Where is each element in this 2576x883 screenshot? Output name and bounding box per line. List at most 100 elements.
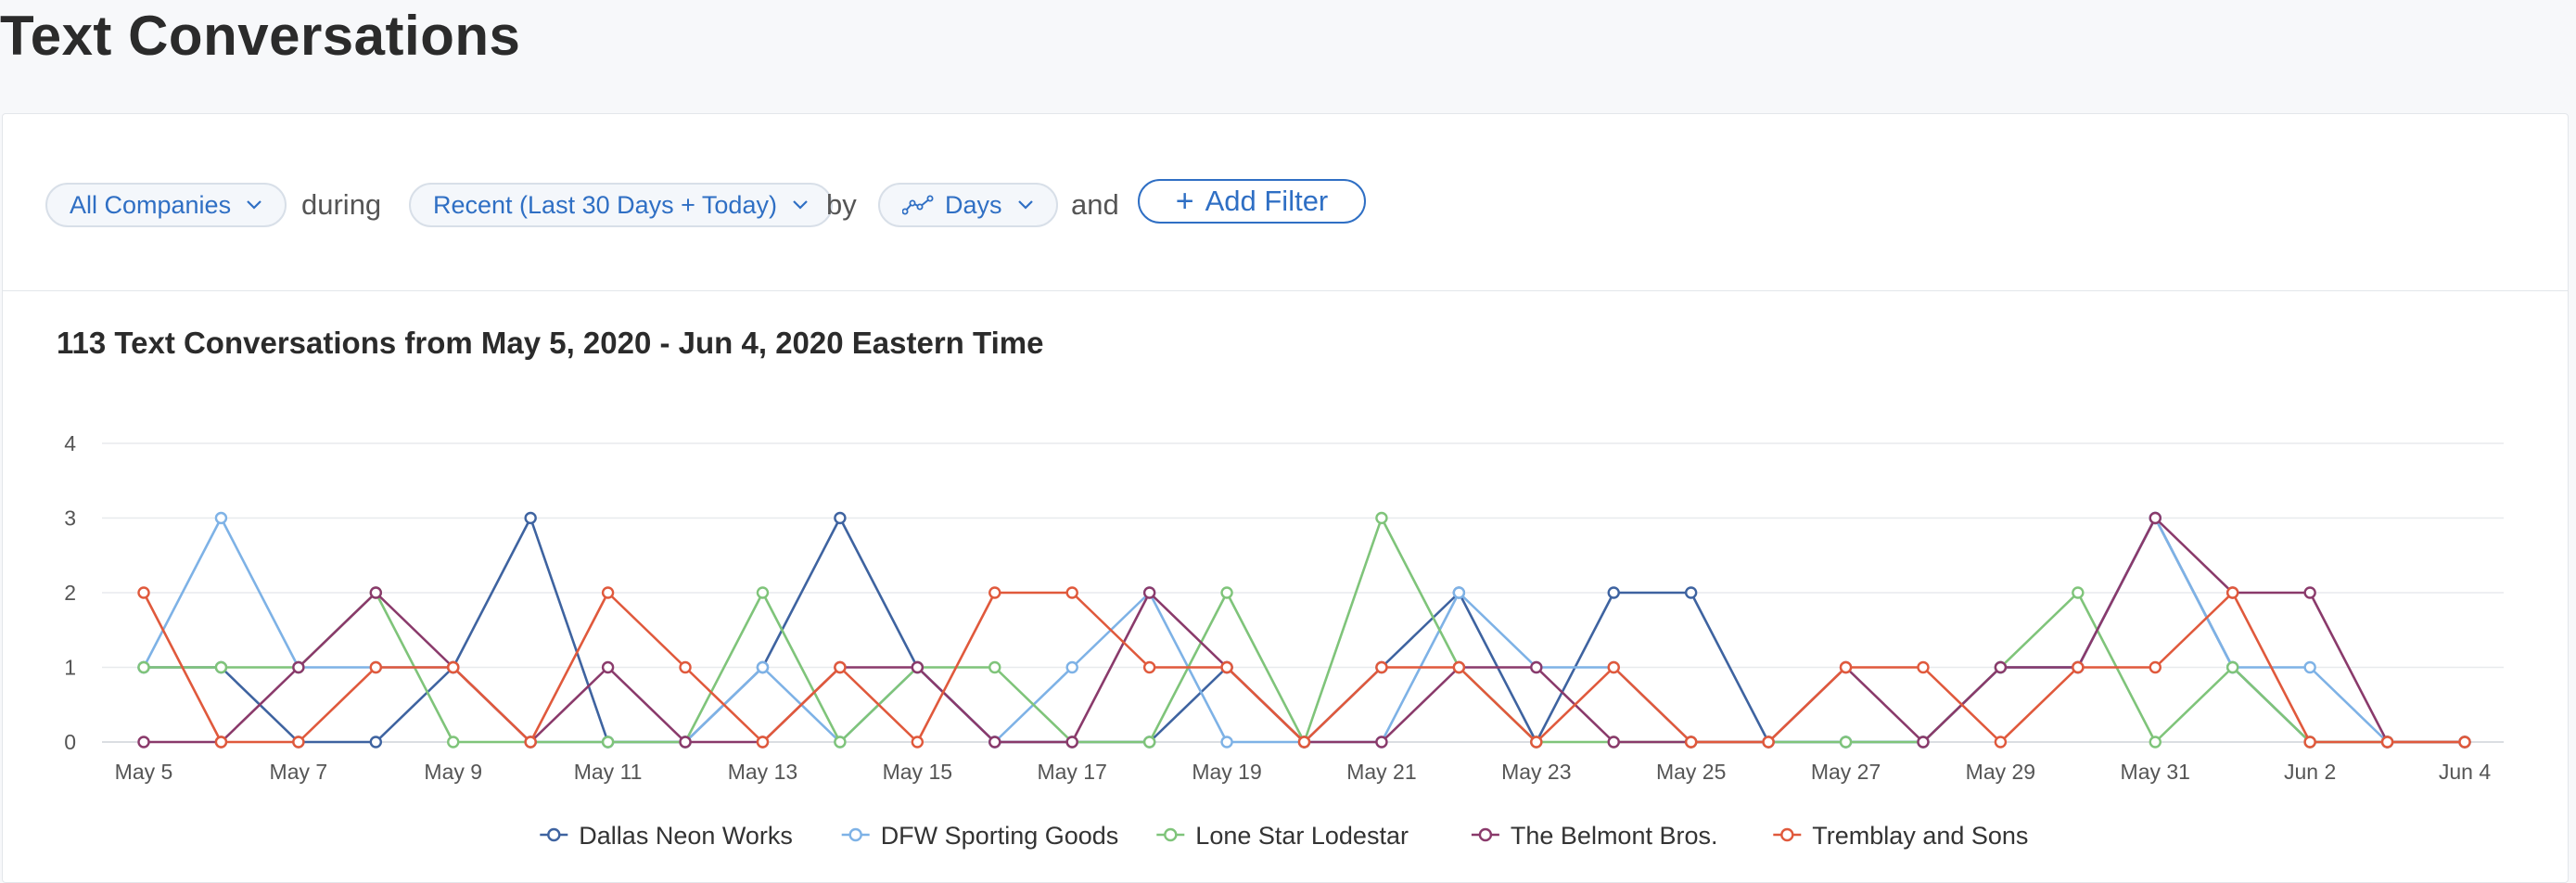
data-point: [1375, 660, 1388, 674]
data-point: [447, 660, 460, 674]
x-tick-label: May 25: [1656, 760, 1726, 784]
x-tick-label: May 29: [1966, 760, 2035, 784]
data-point: [988, 660, 1001, 674]
data-point: [524, 511, 537, 525]
legend-label: Lone Star Lodestar: [1195, 822, 1409, 850]
data-point: [447, 736, 460, 749]
y-tick-label: 1: [64, 656, 76, 680]
data-point: [369, 586, 382, 599]
data-point: [2225, 586, 2239, 599]
data-point: [369, 736, 382, 749]
x-tick-label: May 7: [270, 760, 328, 784]
data-point: [214, 511, 228, 525]
data-point: [369, 660, 382, 674]
data-point: [524, 736, 537, 749]
x-tick-label: May 23: [1501, 760, 1571, 784]
data-point: [137, 660, 150, 674]
legend-marker: [1164, 827, 1178, 842]
data-point: [756, 660, 770, 674]
x-tick-label: May 9: [424, 760, 482, 784]
data-point: [1452, 660, 1466, 674]
data-point: [2149, 660, 2162, 674]
x-tick-label: May 11: [574, 760, 643, 784]
data-point: [1375, 511, 1388, 525]
x-tick-label: May 27: [1811, 760, 1881, 784]
legend-item: DFW Sporting Goods: [841, 822, 1118, 850]
legend-label: Dallas Neon Works: [579, 822, 793, 850]
data-point: [1220, 736, 1233, 749]
data-point: [1917, 660, 1930, 674]
data-point: [834, 511, 847, 525]
data-point: [601, 736, 615, 749]
x-tick-label: Jun 2: [2284, 760, 2336, 784]
data-point: [834, 736, 847, 749]
x-tick-label: May 31: [2121, 760, 2190, 784]
y-tick-label: 4: [64, 431, 76, 455]
legend-item: Dallas Neon Works: [540, 822, 793, 850]
data-point: [2303, 586, 2316, 599]
data-point: [2072, 660, 2085, 674]
data-point: [1142, 660, 1156, 674]
data-point: [1142, 586, 1156, 599]
data-point: [601, 660, 615, 674]
data-point: [988, 736, 1001, 749]
legend-marker: [547, 827, 561, 842]
data-point: [2303, 660, 2316, 674]
data-point: [214, 736, 228, 749]
data-point: [2149, 511, 2162, 525]
data-point: [214, 660, 228, 674]
x-tick-label: May 13: [728, 760, 797, 784]
data-point: [1607, 586, 1620, 599]
data-point: [2149, 736, 2162, 749]
data-point: [1917, 736, 1930, 749]
data-point: [1452, 586, 1466, 599]
legend-label: The Belmont Bros.: [1511, 822, 1718, 850]
line-chart: 0 1 2 3 4 May 5 May 7 May 9 May 11 May 13 May 15 Ma…: [64, 431, 2504, 850]
series-line: [144, 517, 2465, 744]
data-point: [1065, 736, 1078, 749]
x-tick-label: May 21: [1346, 760, 1416, 784]
data-point: [1684, 736, 1698, 749]
series-line: [144, 517, 2465, 744]
x-tick-label: May 19: [1192, 760, 1261, 784]
data-point: [1065, 586, 1078, 599]
data-point: [679, 660, 692, 674]
data-point: [1530, 736, 1543, 749]
data-point: [1762, 736, 1775, 749]
legend-marker: [1780, 827, 1794, 842]
legend-label: Tremblay and Sons: [1812, 822, 2028, 850]
data-point: [1684, 586, 1698, 599]
data-point: [679, 736, 692, 749]
data-point: [601, 586, 615, 599]
data-point: [1375, 736, 1388, 749]
data-point: [1530, 660, 1543, 674]
data-point: [2225, 660, 2239, 674]
data-point: [137, 736, 150, 749]
data-point: [137, 586, 150, 599]
data-point: [1839, 660, 1853, 674]
data-point: [1607, 736, 1620, 749]
data-point: [1142, 736, 1156, 749]
data-point: [2072, 586, 2085, 599]
data-point: [834, 660, 847, 674]
series-line: [144, 517, 2465, 744]
data-point: [292, 660, 305, 674]
data-point: [911, 660, 925, 674]
data-point: [2303, 736, 2316, 749]
data-point: [1994, 736, 2008, 749]
x-tick-label: Jun 4: [2439, 760, 2491, 784]
y-tick-label: 3: [64, 506, 76, 531]
legend-item: Tremblay and Sons: [1773, 822, 2028, 850]
data-point: [2458, 736, 2471, 749]
data-point: [1065, 660, 1078, 674]
x-tick-label: May 17: [1037, 760, 1106, 784]
data-point: [911, 736, 925, 749]
data-point: [2380, 736, 2394, 749]
y-tick-label: 0: [64, 730, 76, 754]
data-point: [756, 736, 770, 749]
data-point: [292, 736, 305, 749]
series-line: [142, 517, 2465, 744]
data-point: [756, 586, 770, 599]
x-tick-label: May 5: [115, 760, 173, 784]
data-point: [1220, 660, 1233, 674]
